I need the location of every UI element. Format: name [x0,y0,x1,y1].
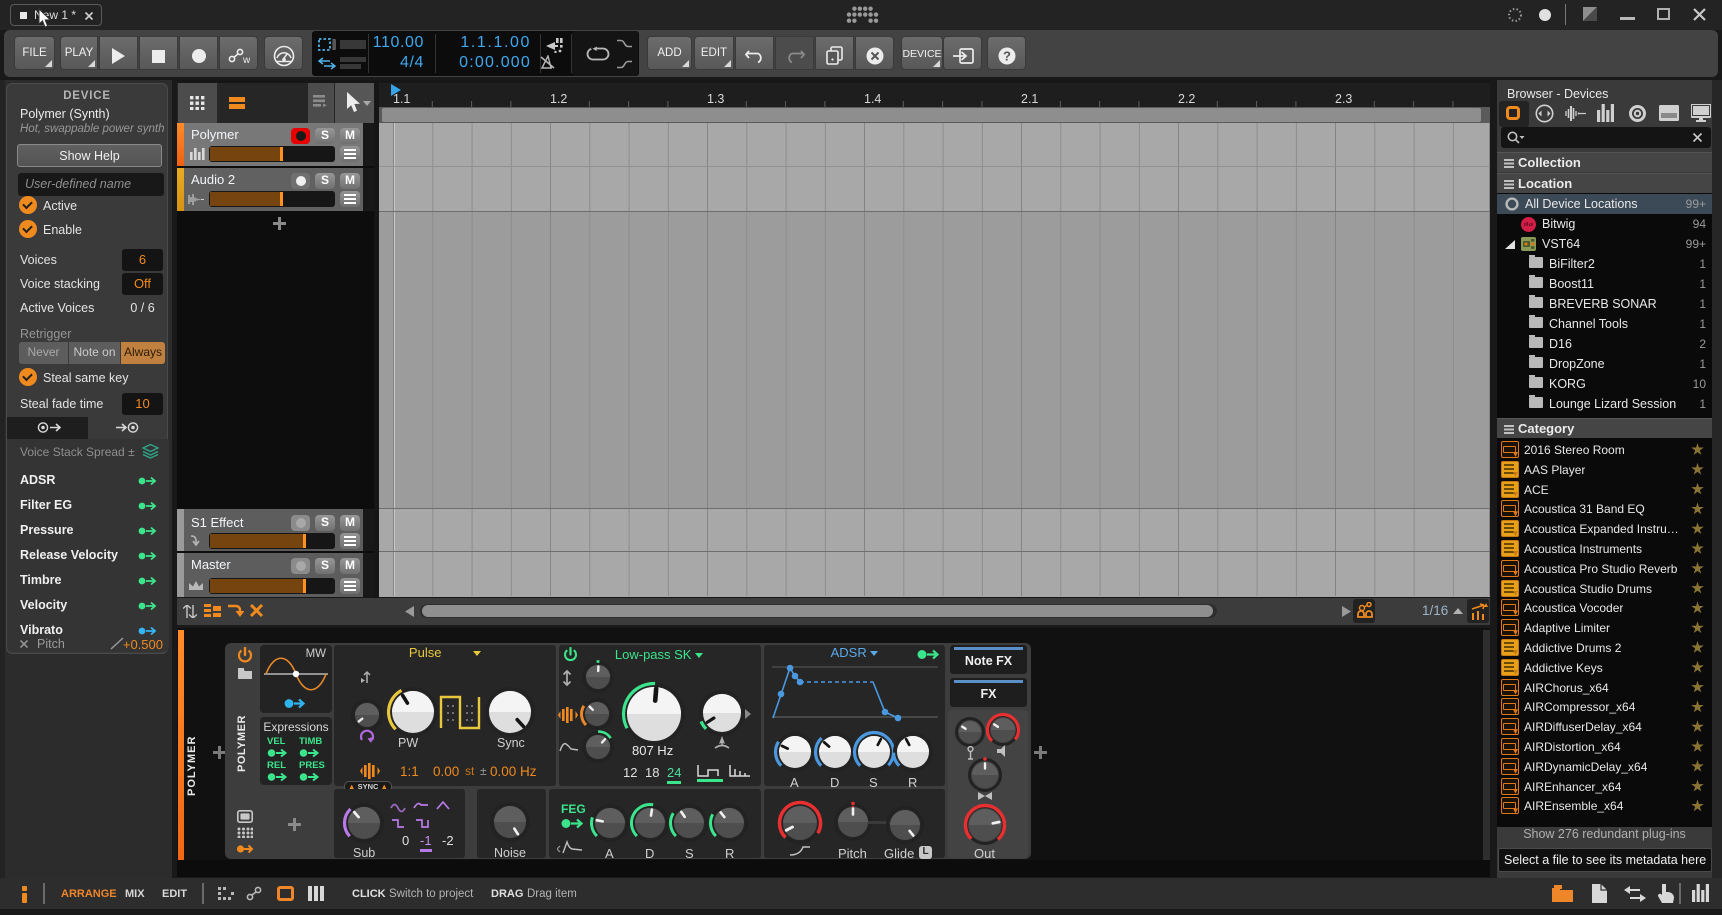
svg-text:?: ? [1003,49,1011,64]
svg-text:w: w [242,55,250,65]
